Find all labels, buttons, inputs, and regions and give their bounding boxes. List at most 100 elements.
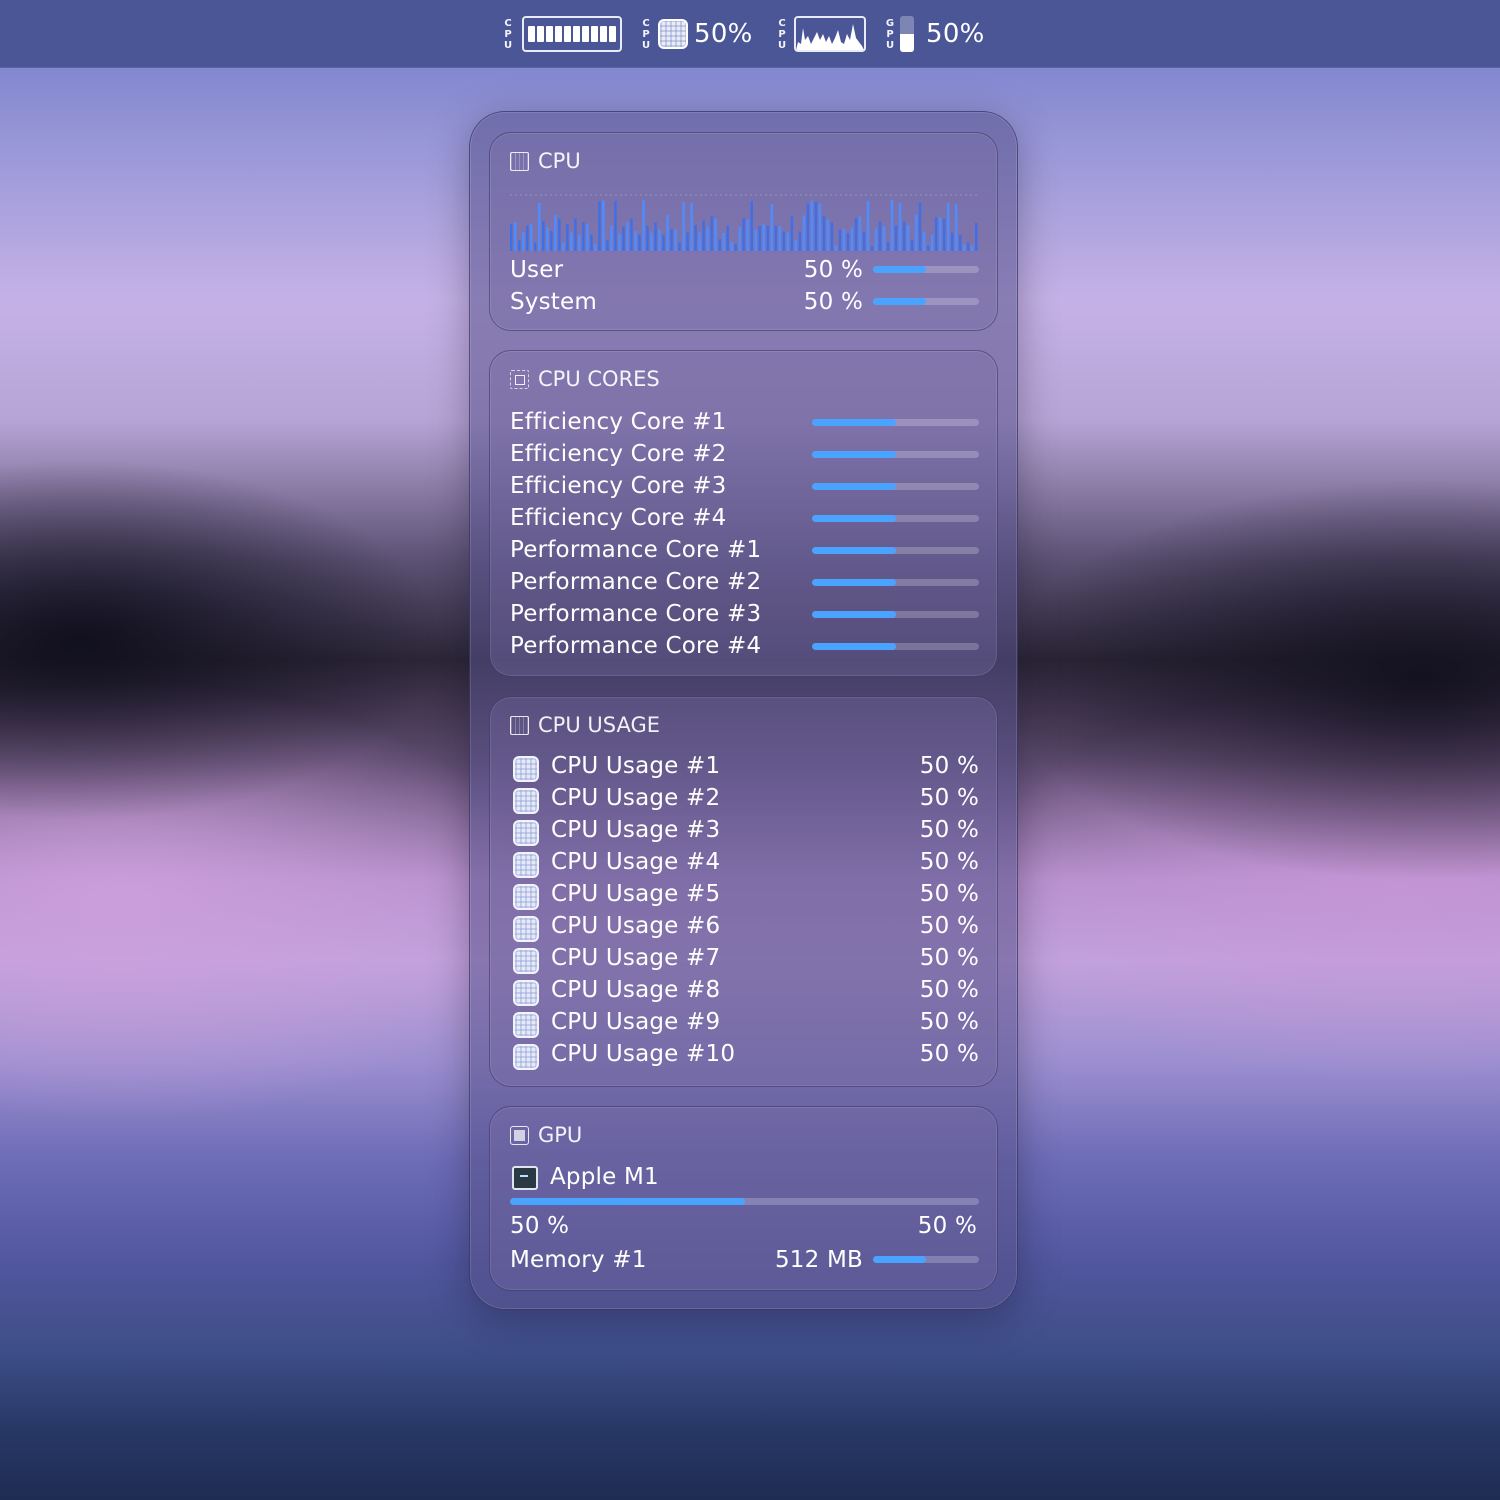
cpu-usage-card-title: CPU USAGE <box>538 713 661 737</box>
core-usage-bar <box>812 419 979 426</box>
cpu-history-bar <box>734 244 737 251</box>
cpu-history-bar <box>562 242 565 251</box>
cpu-history-bar <box>822 215 826 251</box>
gpu-vertical-label: GPU <box>885 17 895 51</box>
cpu-history-bar <box>574 218 577 251</box>
cpu-usage-value: 50 % <box>919 753 979 779</box>
cpu-history-bar <box>746 219 749 251</box>
cpu-history-bar <box>638 234 641 251</box>
cpu-history-bar <box>550 230 553 251</box>
system-usage-bar <box>873 298 979 305</box>
menubar-cpu-graph-item[interactable]: CPU <box>776 14 866 54</box>
cpu-usage-label: CPU Usage #5 <box>551 881 721 907</box>
cpu-history-bar <box>762 224 766 251</box>
cpu-history-bar <box>686 232 689 251</box>
cpu-usage-value: 50 % <box>919 785 979 811</box>
cpu-history-bar <box>710 215 713 251</box>
core-usage-bar <box>812 547 979 554</box>
menubar-cpu-cores-item[interactable]: CPU <box>502 14 622 54</box>
cpu-history-bar <box>826 219 830 251</box>
gpu-usage-left-value: 50 % <box>510 1213 570 1239</box>
cpu-history-bar <box>862 231 866 251</box>
cpu-cores-card-header: CPU CORES <box>510 367 660 391</box>
cpu-usage-label: CPU Usage #1 <box>551 753 721 779</box>
cpu-usage-row: CPU Usage #6 50 % <box>510 913 979 943</box>
cpu-history-bar <box>854 217 858 251</box>
cpu-history-bar <box>878 221 882 251</box>
cpu-usage-label: CPU Usage #8 <box>551 977 721 1003</box>
cpu-chip-icon <box>513 1044 539 1070</box>
cpu-percent-text: 50% <box>694 19 753 49</box>
cpu-history-bar <box>886 241 890 251</box>
cpu-usage-card-header: CPU USAGE <box>510 713 660 737</box>
cpu-history-bar <box>946 203 950 251</box>
cpu-history-bar <box>670 228 673 251</box>
cpu-icon <box>510 151 529 171</box>
cpu-history-bar <box>738 226 741 251</box>
cpu-history-bar <box>770 204 774 251</box>
cpu-chip-icon <box>513 788 539 814</box>
cpu-history-bar <box>974 222 978 251</box>
cpu-history-bar <box>722 232 725 251</box>
cpu-usage-value: 50 % <box>919 1009 979 1035</box>
cpu-history-bar <box>962 244 966 251</box>
user-value: 50 % <box>803 257 863 283</box>
menubar-cpu-percent-item[interactable]: CPU 50% <box>640 14 753 54</box>
cpu-history-bar <box>834 245 838 251</box>
cpu-usage-label: CPU Usage #10 <box>551 1041 736 1067</box>
cpu-card: CPU User 50 % System 50 % <box>489 132 998 331</box>
menubar-gpu-item[interactable]: GPU 50% <box>884 14 985 54</box>
core-usage-bar <box>812 579 979 586</box>
cpu-history-bar <box>778 225 782 251</box>
core-usage-fill <box>812 611 896 618</box>
cpu-history-bar <box>642 200 645 251</box>
gpu-icon <box>510 1125 529 1145</box>
gpu-device-icon <box>512 1166 538 1190</box>
core-usage-fill <box>812 643 896 650</box>
cpu-history-bar <box>846 233 850 251</box>
core-usage-bar <box>812 483 979 490</box>
cpu-history-bar <box>682 201 685 251</box>
cpu-usage-label: CPU Usage #6 <box>551 913 721 939</box>
cpu-history-bar <box>750 200 753 251</box>
user-usage-bar <box>873 266 979 273</box>
cpu-history-bar <box>894 225 898 251</box>
cpu-history-bar <box>578 235 581 251</box>
cpu-history-bar <box>790 216 794 251</box>
gpu-percent-text: 50% <box>926 19 985 49</box>
processor-chip-icon <box>510 369 529 389</box>
cpu-history-bar <box>646 225 649 251</box>
cpu-chip-icon <box>513 756 539 782</box>
cpu-cores-card-title: CPU CORES <box>538 367 660 391</box>
cpu-usage-value: 50 % <box>919 945 979 971</box>
cpu-usage-row: CPU Usage #10 50 % <box>510 1041 979 1071</box>
cpu-usage-card: CPU USAGE CPU Usage #1 50 % CPU Usage #2 50… <box>489 696 998 1087</box>
cpu-history-bar <box>838 229 842 251</box>
user-usage-fill <box>873 266 926 273</box>
cpu-history-bar <box>786 232 790 251</box>
cpu-history-bar <box>730 241 733 251</box>
cpu-history-bar <box>966 242 970 251</box>
cpu-history-bar <box>594 243 597 251</box>
gpu-card: GPU Apple M1 50 % 50 % Memory #1 512 MB <box>489 1106 998 1291</box>
cpu-usage-row: CPU Usage #4 50 % <box>510 849 979 879</box>
cpu-card-header: CPU <box>510 149 581 173</box>
system-label: System <box>510 289 597 315</box>
cpu-history-bar <box>714 219 717 251</box>
core-usage-bar <box>812 643 979 650</box>
cpu-history-bar <box>518 240 521 251</box>
user-label: User <box>510 257 564 283</box>
gpu-memory-label: Memory #1 <box>510 1247 647 1273</box>
cpu-history-bar <box>866 200 870 251</box>
gpu-memory-bar <box>873 1256 979 1263</box>
cpu-history-bar <box>914 214 918 251</box>
cpu-history-bar <box>534 242 537 251</box>
cpu-history-bar <box>754 229 758 251</box>
cpu-history-bar <box>874 228 878 251</box>
cpu-history-bar <box>654 222 657 251</box>
cpu-history-bar <box>850 227 854 251</box>
cpu-chip-icon <box>513 884 539 910</box>
core-usage-fill <box>812 515 896 522</box>
core-usage-fill <box>812 483 896 490</box>
cpu-chip-icon <box>513 820 539 846</box>
